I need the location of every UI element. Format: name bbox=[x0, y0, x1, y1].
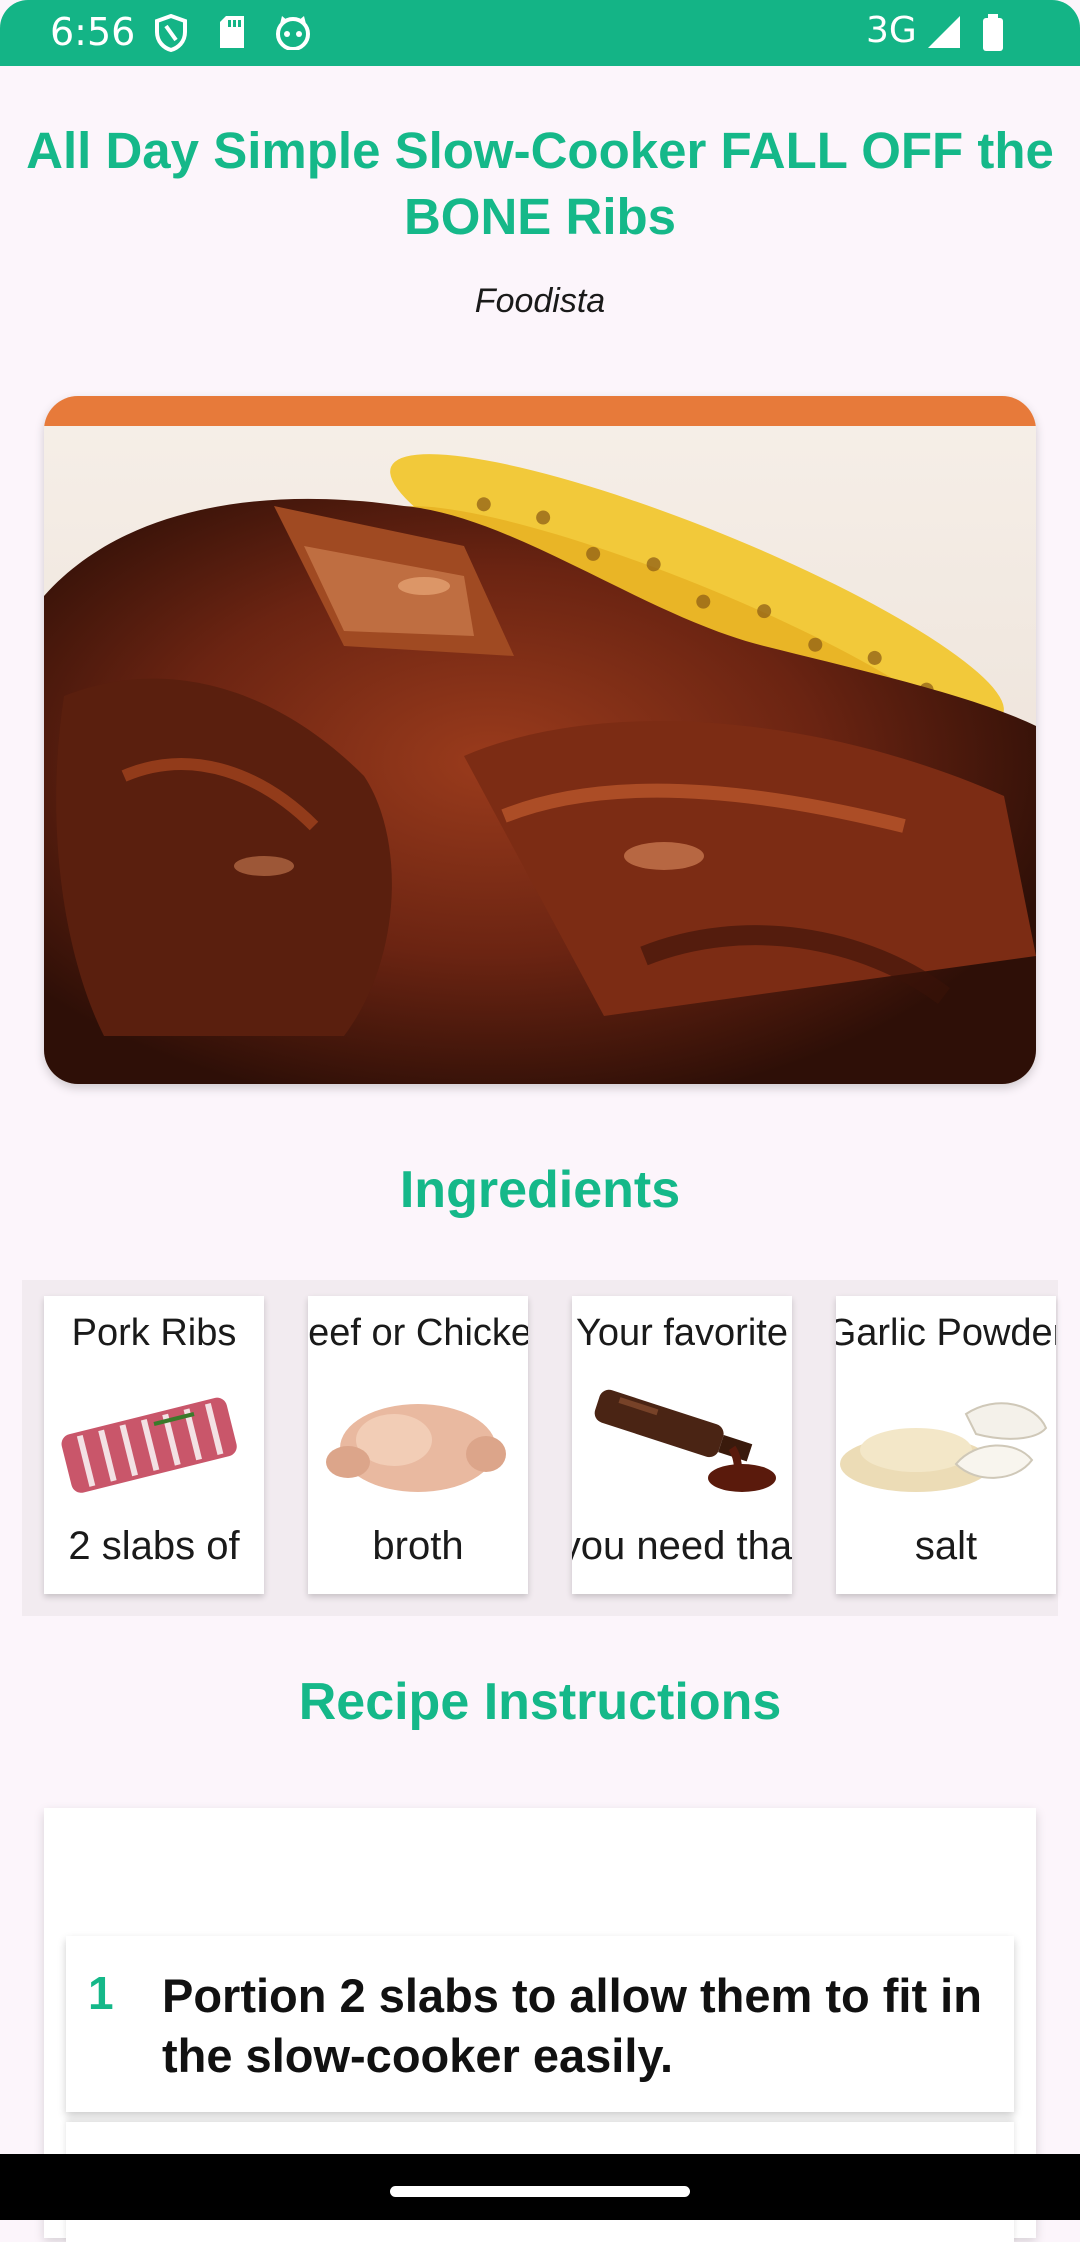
step-number: 1 bbox=[88, 1967, 114, 2019]
ingredient-name: Beef or Chicken bbox=[308, 1312, 528, 1354]
network-type: 3G bbox=[866, 10, 917, 51]
pork-ribs-image bbox=[61, 1397, 237, 1493]
ingredient-amount: you need that bbox=[572, 1524, 792, 1568]
status-bar: 6:56 3G bbox=[0, 0, 1080, 66]
battery-icon bbox=[983, 14, 1003, 51]
recipe-title: All Day Simple Slow-Cooker FALL OFF the … bbox=[26, 122, 1054, 245]
recipe-image bbox=[44, 396, 1036, 1084]
sd-card-icon bbox=[220, 16, 244, 48]
shield-icon bbox=[155, 14, 187, 52]
ingredient-card[interactable]: Your favorite you need that bbox=[572, 1296, 792, 1594]
ingredients-list[interactable]: Pork Ribs 2 slabs of Beef or Chicken bro… bbox=[22, 1280, 1058, 1616]
chicken-image bbox=[326, 1404, 506, 1492]
instructions-heading: Recipe Instructions bbox=[298, 1673, 782, 1731]
ingredient-card[interactable]: Beef or Chicken broth bbox=[308, 1296, 528, 1594]
status-time: 6:56 bbox=[50, 10, 136, 54]
instruction-step: 1 Portion 2 slabs to allow them to fit i… bbox=[66, 1936, 1014, 2112]
ingredient-name: Your favorite bbox=[576, 1312, 788, 1354]
garlic-powder-image bbox=[840, 1402, 1048, 1492]
ingredient-card[interactable]: Pork Ribs 2 slabs of bbox=[44, 1296, 264, 1594]
step-text: Portion 2 slabs to allow them to fit in … bbox=[162, 1969, 982, 2082]
ingredient-amount: 2 slabs of bbox=[68, 1524, 240, 1568]
recipe-source: Foodista bbox=[474, 282, 606, 320]
cat-face-icon bbox=[276, 16, 310, 50]
home-gesture-handle[interactable] bbox=[390, 2186, 690, 2197]
ingredient-name: Pork Ribs bbox=[71, 1312, 237, 1354]
ingredients-heading: Ingredients bbox=[399, 1161, 681, 1219]
ingredient-amount: salt bbox=[914, 1524, 978, 1568]
ingredient-amount: broth bbox=[372, 1524, 464, 1568]
ingredient-card[interactable]: Garlic Powder salt bbox=[836, 1296, 1056, 1594]
bbq-sauce-image bbox=[594, 1389, 776, 1492]
ingredient-name: Garlic Powder bbox=[836, 1312, 1056, 1354]
signal-icon bbox=[928, 16, 960, 48]
